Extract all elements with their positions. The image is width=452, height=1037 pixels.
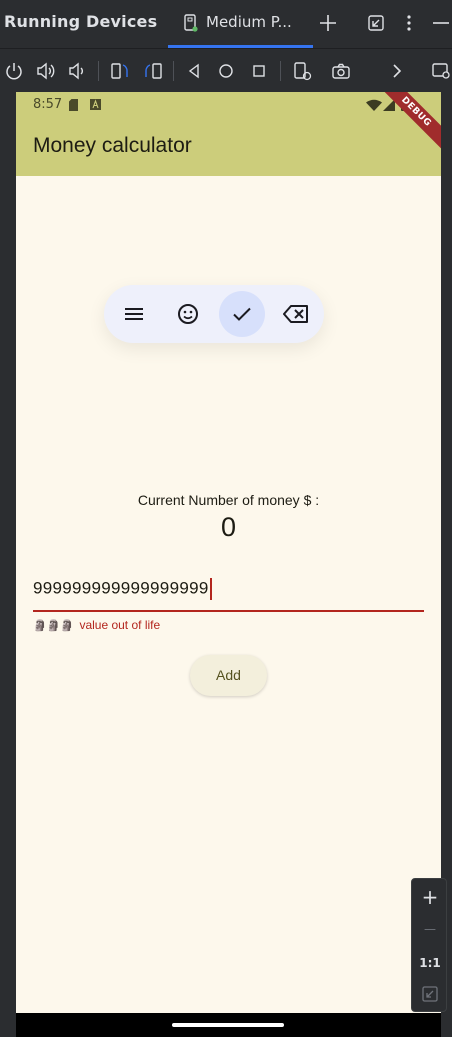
error-emoji: 🗿🗿🗿 bbox=[33, 620, 75, 632]
rotate-left-icon[interactable] bbox=[109, 60, 131, 82]
a-notification-icon bbox=[90, 99, 101, 110]
app-bar: Money calculator bbox=[16, 118, 441, 176]
money-value: 0 bbox=[220, 512, 237, 542]
power-icon[interactable] bbox=[3, 60, 25, 82]
floating-toolbar bbox=[104, 285, 324, 343]
wifi-icon bbox=[366, 99, 382, 111]
status-bar: 8:57 bbox=[16, 92, 441, 118]
money-label: Current Number of money $ : bbox=[137, 492, 320, 508]
tab-label: Medium P... bbox=[206, 13, 292, 31]
toolbar-divider bbox=[98, 61, 99, 81]
restore-window-icon[interactable] bbox=[365, 12, 387, 34]
fit-screen-icon[interactable] bbox=[421, 985, 439, 1003]
zoom-in-button[interactable]: + bbox=[412, 882, 448, 912]
error-text: value out of life bbox=[79, 618, 161, 632]
tool-window-title: Running Devices bbox=[4, 12, 158, 31]
backspace-button[interactable] bbox=[272, 291, 318, 337]
rotate-right-icon[interactable] bbox=[142, 60, 164, 82]
chevron-right-icon[interactable] bbox=[386, 60, 408, 82]
back-icon[interactable] bbox=[183, 60, 205, 82]
ide-tab-bar: Running Devices Medium P... bbox=[0, 0, 452, 48]
page-title: Money calculator bbox=[33, 134, 192, 157]
toolbar-divider bbox=[280, 61, 281, 81]
device-toolbar bbox=[0, 48, 452, 92]
money-input[interactable]: 999999999999999999 bbox=[33, 572, 424, 612]
overview-icon[interactable] bbox=[248, 60, 270, 82]
input-underline bbox=[33, 610, 424, 612]
check-icon bbox=[233, 307, 251, 321]
actual-size-button[interactable]: 1:1 bbox=[412, 948, 448, 978]
device-icon bbox=[184, 14, 198, 32]
confirm-button[interactable] bbox=[219, 291, 265, 337]
toolbar-divider bbox=[173, 61, 174, 81]
emoji-icon bbox=[178, 304, 198, 324]
snapshot-icon[interactable] bbox=[291, 60, 313, 82]
navigation-bar bbox=[16, 1013, 441, 1037]
minimize-icon[interactable] bbox=[430, 12, 452, 34]
sim-card-icon bbox=[69, 99, 78, 111]
volume-up-icon[interactable] bbox=[35, 60, 57, 82]
add-button[interactable]: Add bbox=[190, 655, 267, 696]
more-options-icon[interactable] bbox=[398, 12, 420, 34]
backspace-icon bbox=[283, 305, 308, 323]
menu-button[interactable] bbox=[111, 291, 157, 337]
home-icon[interactable] bbox=[215, 60, 237, 82]
gesture-handle[interactable] bbox=[172, 1023, 284, 1027]
text-caret bbox=[209, 578, 212, 600]
zoom-panel: + — 1:1 bbox=[411, 878, 447, 1012]
window-capture-icon[interactable] bbox=[430, 60, 452, 82]
device-screen[interactable]: 8:57 Money calculator DEBUG Current Numb… bbox=[16, 92, 441, 1037]
input-error-message: 🗿🗿🗿 value out of life bbox=[33, 618, 160, 632]
emoji-button[interactable] bbox=[165, 291, 211, 337]
add-tab-icon[interactable] bbox=[317, 12, 339, 34]
money-input-value[interactable]: 999999999999999999 bbox=[33, 578, 212, 600]
volume-down-icon[interactable] bbox=[66, 60, 88, 82]
device-tab[interactable]: Medium P... bbox=[168, 0, 313, 48]
zoom-out-button[interactable]: — bbox=[412, 914, 448, 944]
menu-icon bbox=[125, 308, 143, 320]
camera-icon[interactable] bbox=[330, 60, 352, 82]
status-time: 8:57 bbox=[33, 97, 63, 112]
